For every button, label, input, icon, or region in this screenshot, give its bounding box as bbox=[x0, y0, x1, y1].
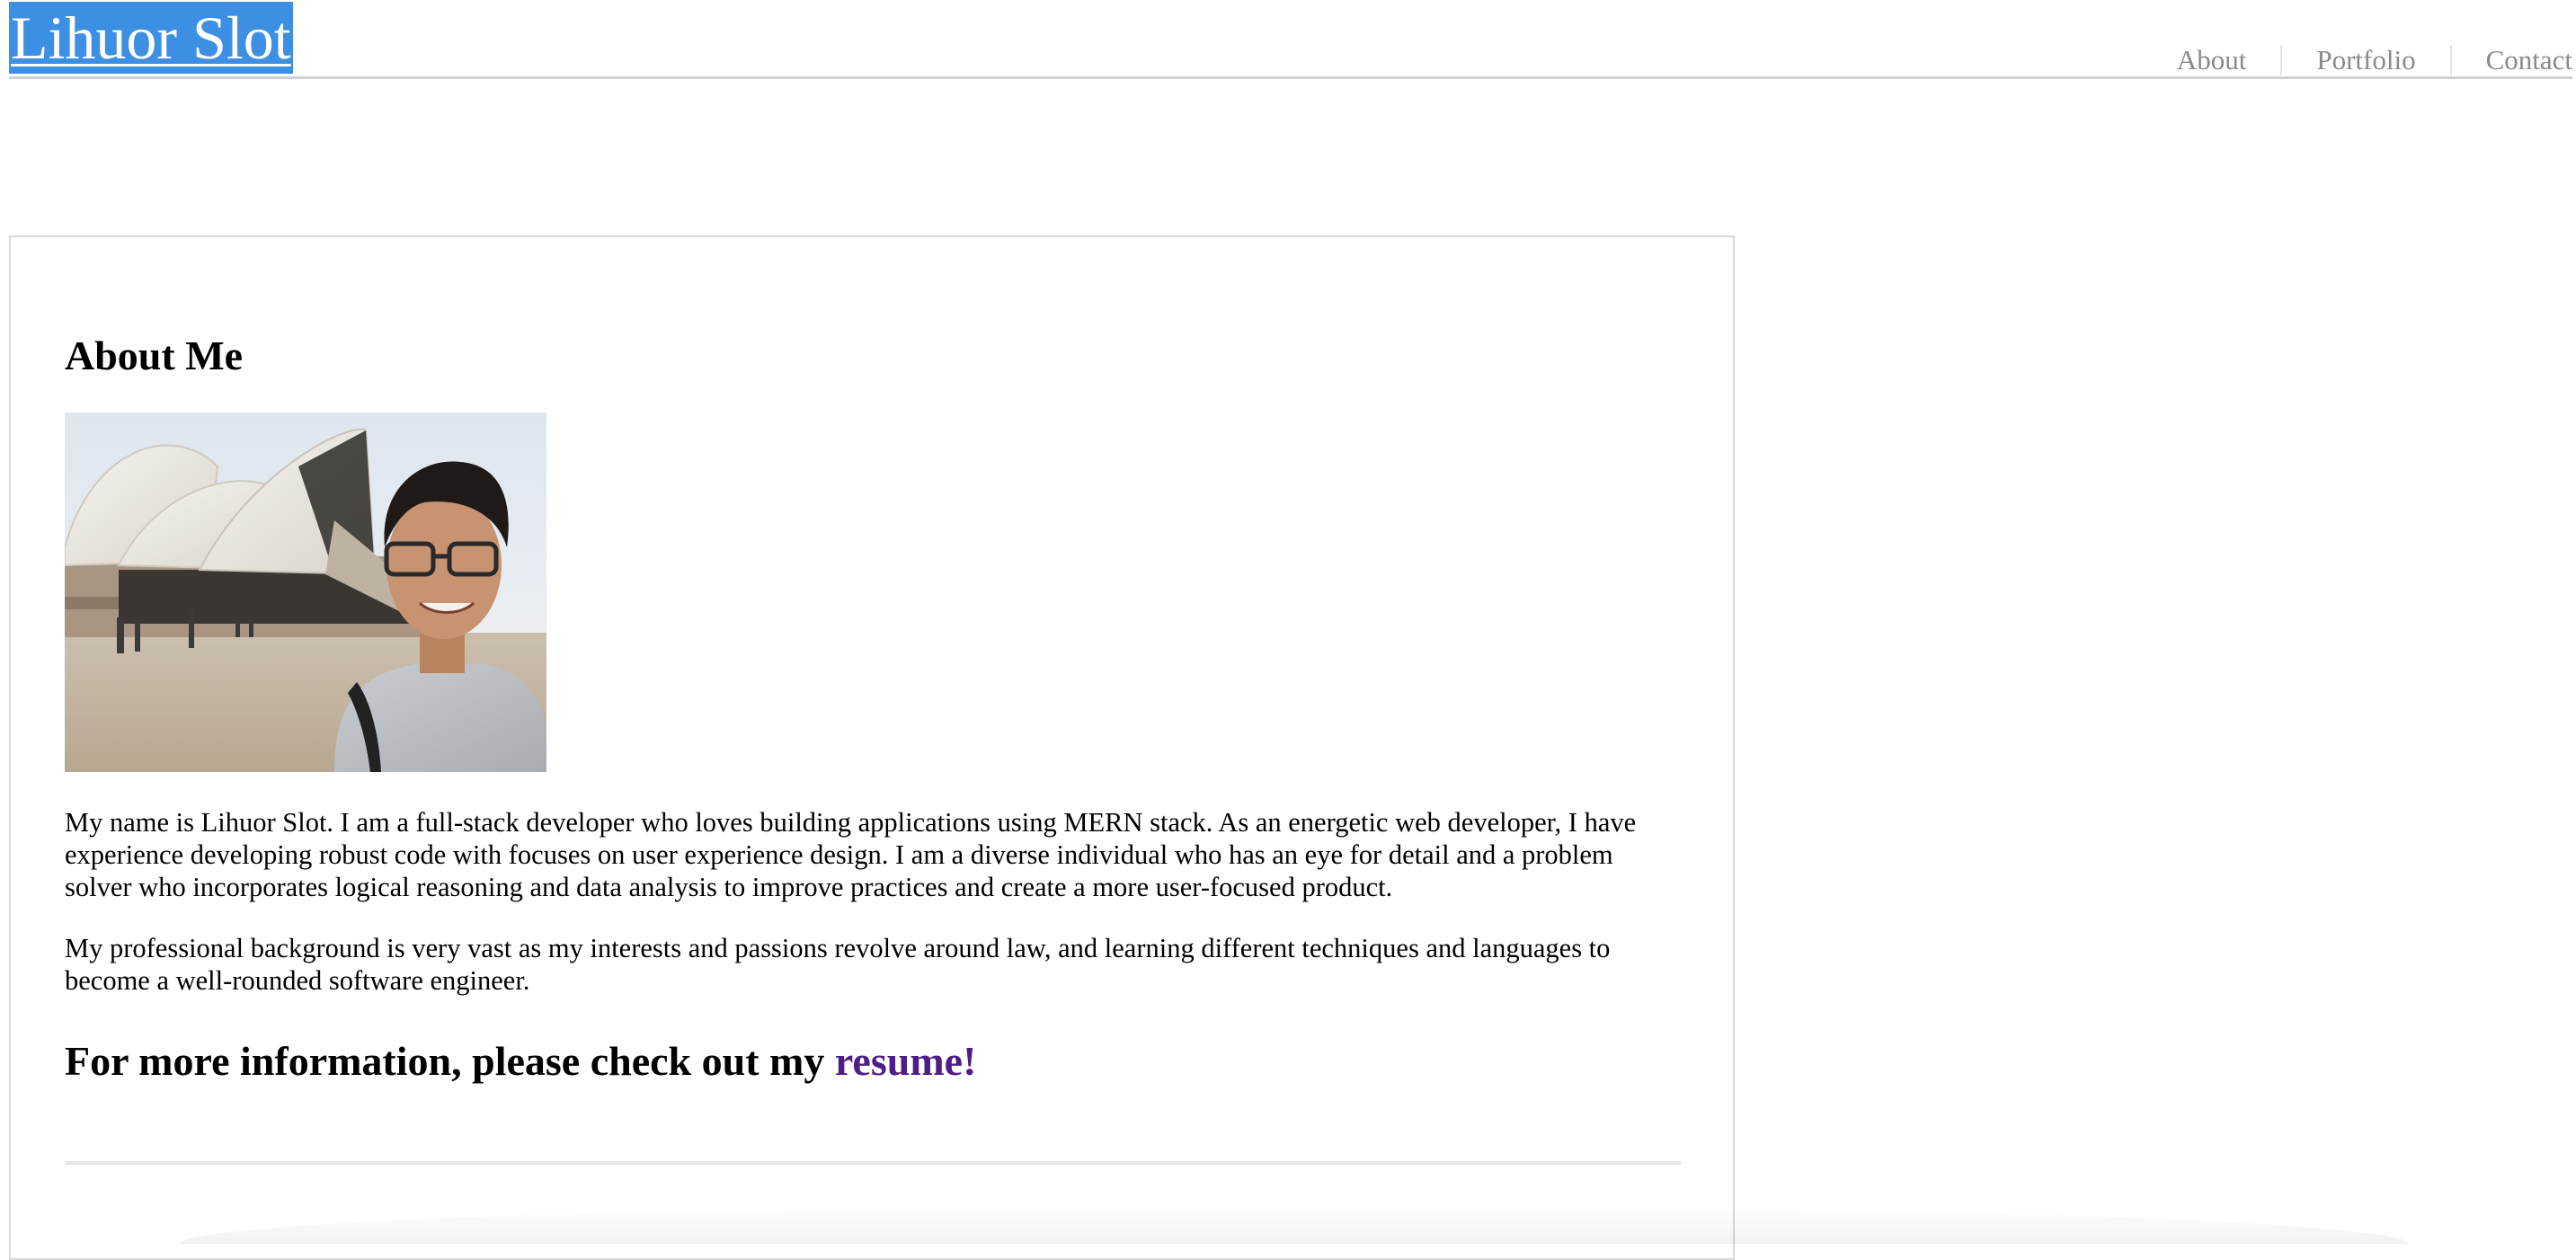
about-paragraph-2: My professional background is very vast … bbox=[65, 933, 1611, 996]
main-nav: About Portfolio Contact bbox=[2143, 45, 2572, 77]
about-heading: About Me bbox=[65, 333, 244, 378]
site-title-link[interactable]: Lihuor Slot bbox=[9, 2, 293, 74]
content-divider bbox=[65, 1161, 1681, 1165]
nav-contact-link[interactable]: Contact bbox=[2449, 45, 2572, 75]
nav-portfolio-link[interactable]: Portfolio bbox=[2280, 45, 2449, 75]
about-paragraph-1: My name is Lihuor Slot. I am a full-stac… bbox=[65, 807, 1637, 902]
about-card: About Me My name is Lihuor Slot. I am a … bbox=[9, 235, 1735, 1260]
profile-photo bbox=[65, 413, 546, 772]
resume-cta-heading: For more information, please check out m… bbox=[65, 1035, 976, 1087]
site-header: Lihuor Slot About Portfolio Contact bbox=[9, 0, 2572, 79]
resume-link[interactable]: resume! bbox=[835, 1038, 977, 1084]
resume-cta-text: For more information, please check out m… bbox=[65, 1038, 835, 1084]
nav-about-link[interactable]: About bbox=[2143, 45, 2281, 75]
